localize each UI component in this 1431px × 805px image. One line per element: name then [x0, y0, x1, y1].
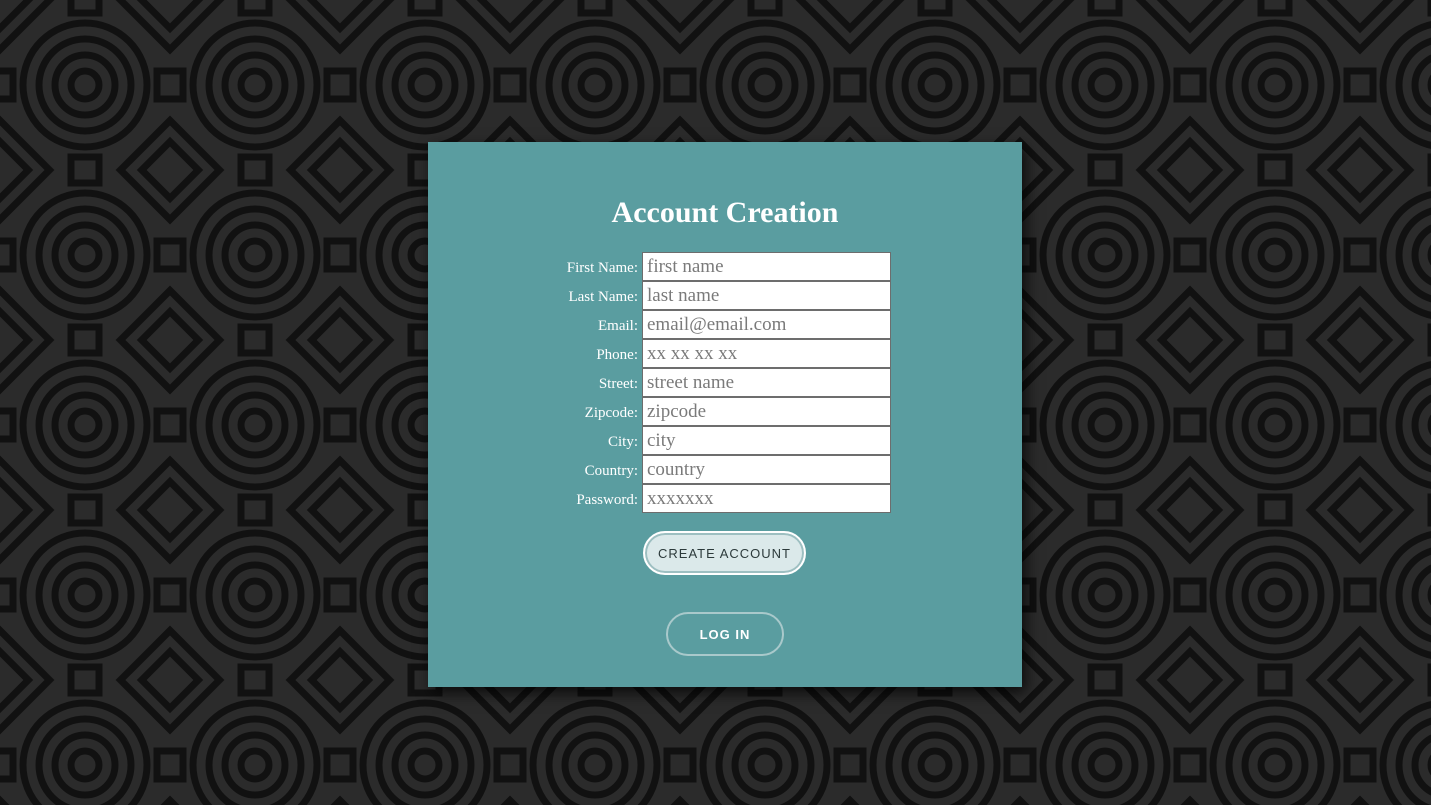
- email-field[interactable]: [642, 310, 891, 339]
- phone-label: Phone:: [596, 347, 638, 363]
- form-row-city: City:: [428, 426, 1022, 455]
- form-row-street: Street:: [428, 368, 1022, 397]
- phone-field[interactable]: [642, 339, 891, 368]
- last-name-field[interactable]: [642, 281, 891, 310]
- zipcode-label: Zipcode:: [584, 405, 638, 421]
- city-label: City:: [607, 434, 638, 450]
- form-row-first-name: First Name:: [428, 252, 1022, 281]
- form-row-phone: Phone:: [428, 339, 1022, 368]
- email-label: Email:: [598, 318, 638, 334]
- form-row-country: Country:: [428, 455, 1022, 484]
- zipcode-field[interactable]: [642, 397, 891, 426]
- account-form: First Name: Last Name: Email: Phone: Str…: [428, 252, 1022, 513]
- page-title: Account Creation: [611, 196, 839, 229]
- password-label: Password:: [576, 492, 638, 508]
- last-name-label: Last Name:: [568, 289, 638, 305]
- log-in-button[interactable]: LOG IN: [666, 612, 784, 656]
- form-row-zipcode: Zipcode:: [428, 397, 1022, 426]
- city-field[interactable]: [642, 426, 891, 455]
- country-field[interactable]: [642, 455, 891, 484]
- create-account-button[interactable]: CREATE ACCOUNT: [643, 531, 806, 575]
- first-name-field[interactable]: [642, 252, 891, 281]
- form-row-email: Email:: [428, 310, 1022, 339]
- street-field[interactable]: [642, 368, 891, 397]
- password-field[interactable]: [642, 484, 891, 513]
- account-creation-card: Account Creation First Name: Last Name: …: [428, 142, 1022, 687]
- country-label: Country:: [584, 463, 638, 479]
- street-label: Street:: [598, 376, 638, 392]
- form-row-password: Password:: [428, 484, 1022, 513]
- first-name-label: First Name:: [566, 260, 638, 276]
- form-row-last-name: Last Name:: [428, 281, 1022, 310]
